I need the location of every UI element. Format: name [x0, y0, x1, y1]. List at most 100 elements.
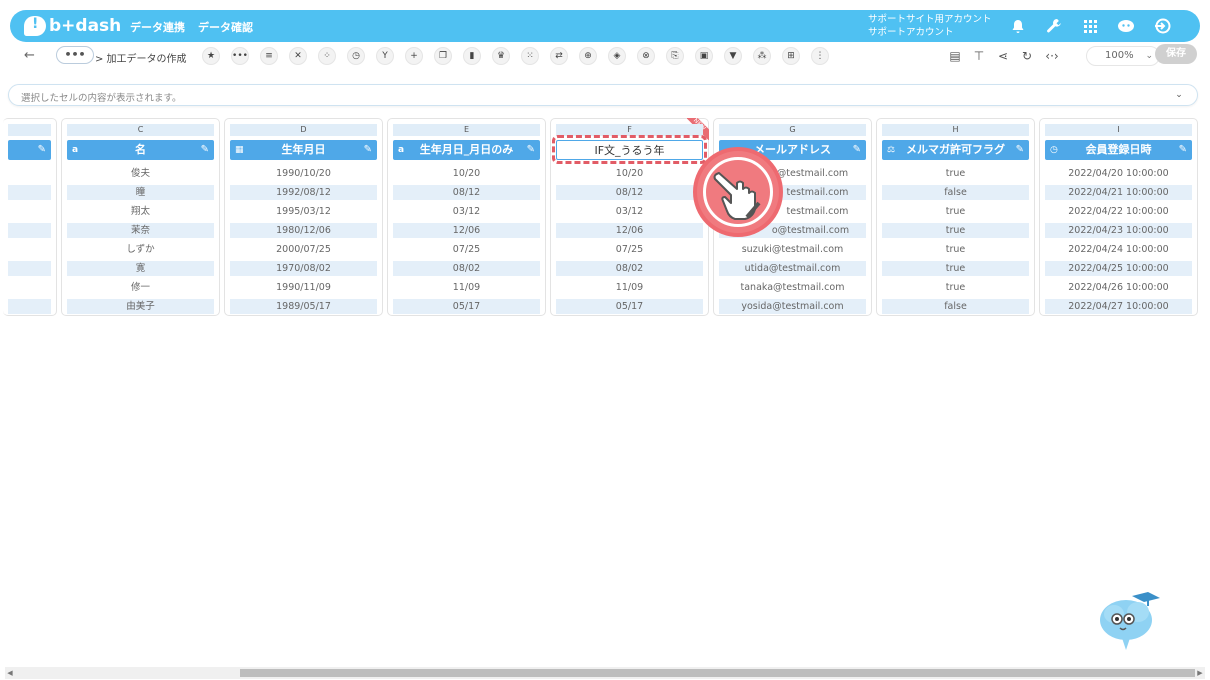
- app-logo[interactable]: b+dash: [24, 14, 121, 38]
- pencil-icon[interactable]: ✎: [527, 140, 535, 160]
- table-cell[interactable]: 10/20: [393, 166, 540, 181]
- swap-icon[interactable]: ⇄: [550, 47, 568, 65]
- table-cell[interactable]: utida@testmail.com: [719, 261, 866, 276]
- table-cell[interactable]: true: [882, 204, 1029, 219]
- column-header[interactable]: a 生年月日_月日のみ ✎: [393, 140, 540, 160]
- table-cell[interactable]: 2022/04/22 10:00:00: [1045, 204, 1192, 219]
- back-arrow-icon[interactable]: ←: [24, 48, 35, 63]
- table-cell[interactable]: 2000/07/25: [230, 242, 377, 257]
- table-cell[interactable]: 05/17: [556, 299, 703, 314]
- zoom-select[interactable]: 100% ⌄: [1086, 46, 1160, 66]
- table-cell[interactable]: false: [882, 185, 1029, 200]
- table-cell[interactable]: 1989/05/17: [230, 299, 377, 314]
- table-cell[interactable]: 11/09: [556, 280, 703, 295]
- pencil-icon[interactable]: ✎: [364, 140, 372, 160]
- table-cell[interactable]: 03/12: [393, 204, 540, 219]
- nav-data-integration[interactable]: データ連携: [130, 19, 185, 35]
- grid-menu-icon[interactable]: [1079, 15, 1101, 37]
- table-cell[interactable]: 08/12: [556, 185, 703, 200]
- split-icon[interactable]: ⁘: [318, 47, 336, 65]
- table-cell[interactable]: suzuki@testmail.com: [719, 242, 866, 257]
- table-cell[interactable]: 1970/08/02: [230, 261, 377, 276]
- tools-icon[interactable]: ✕: [289, 47, 307, 65]
- mascot-character-icon[interactable]: [1098, 592, 1160, 650]
- table-cell[interactable]: 俊夫: [67, 166, 214, 181]
- table-cell[interactable]: 08/02: [556, 261, 703, 276]
- table-cell[interactable]: 1992/08/12: [230, 185, 377, 200]
- table-cell[interactable]: [8, 299, 51, 314]
- column-split-icon[interactable]: ⋮: [811, 47, 829, 65]
- table-cell[interactable]: true: [882, 166, 1029, 181]
- table-cell[interactable]: 08/12: [393, 185, 540, 200]
- table-cell[interactable]: yosida@testmail.com: [719, 299, 866, 314]
- save-button[interactable]: 保存: [1155, 44, 1197, 64]
- table-cell[interactable]: [8, 185, 51, 200]
- table-cell[interactable]: 2022/04/23 10:00:00: [1045, 223, 1192, 238]
- table-cell[interactable]: 寛: [67, 261, 214, 276]
- bell-icon[interactable]: [1007, 15, 1029, 37]
- table-icon[interactable]: ⊞: [782, 47, 800, 65]
- table-cell[interactable]: 2022/04/24 10:00:00: [1045, 242, 1192, 257]
- frame-icon[interactable]: ▣: [695, 47, 713, 65]
- bag-icon[interactable]: ◈: [608, 47, 626, 65]
- column-header[interactable]: a 名 ✎: [67, 140, 214, 160]
- table-cell[interactable]: 05/17: [393, 299, 540, 314]
- share-icon[interactable]: ⋖: [994, 47, 1012, 65]
- table-cell[interactable]: 2022/04/25 10:00:00: [1045, 261, 1192, 276]
- table-cell[interactable]: 11/09: [393, 280, 540, 295]
- group-icon[interactable]: ⁂: [753, 47, 771, 65]
- wrench-icon[interactable]: [1043, 15, 1065, 37]
- table-cell[interactable]: 修一: [67, 280, 214, 295]
- table-cell[interactable]: 1990/11/09: [230, 280, 377, 295]
- filter-icon[interactable]: ▼: [724, 47, 742, 65]
- column-header[interactable]: ✎: [8, 140, 51, 160]
- table-cell[interactable]: [8, 223, 51, 238]
- table-cell[interactable]: 2022/04/21 10:00:00: [1045, 185, 1192, 200]
- expand-icon[interactable]: ⁙: [521, 47, 539, 65]
- logout-icon[interactable]: [1151, 15, 1173, 37]
- table-cell[interactable]: 07/25: [393, 242, 540, 257]
- branch-icon[interactable]: Y: [376, 47, 394, 65]
- crown-icon[interactable]: ♛: [492, 47, 510, 65]
- table-cell[interactable]: [8, 261, 51, 276]
- scrollbar-thumb[interactable]: [240, 669, 1195, 677]
- table-cell[interactable]: true: [882, 261, 1029, 276]
- add-icon[interactable]: +: [405, 47, 423, 65]
- table-cell[interactable]: 2022/04/26 10:00:00: [1045, 280, 1192, 295]
- table-cell[interactable]: 08/02: [393, 261, 540, 276]
- table-cell[interactable]: 03/12: [556, 204, 703, 219]
- support-bot-icon[interactable]: [1115, 15, 1137, 37]
- refresh-icon[interactable]: ↻: [1018, 47, 1036, 65]
- pencil-icon[interactable]: ✎: [38, 140, 46, 160]
- cell-content-bar[interactable]: 選択したセルの内容が表示されます。 ⌄: [8, 84, 1198, 106]
- table-cell[interactable]: tanaka@testmail.com: [719, 280, 866, 295]
- text-lines-icon[interactable]: ≡: [260, 47, 278, 65]
- timer-icon[interactable]: ◷: [347, 47, 365, 65]
- breadcrumb-more-button[interactable]: •••: [56, 46, 94, 64]
- hierarchy-icon[interactable]: ⊤: [970, 47, 988, 65]
- table-cell[interactable]: 07/25: [556, 242, 703, 257]
- table-cell[interactable]: 2022/04/20 10:00:00: [1045, 166, 1192, 181]
- table-cell[interactable]: 茉奈: [67, 223, 214, 238]
- column-header[interactable]: ◷ 会員登録日時 ✎: [1045, 140, 1192, 160]
- code-icon[interactable]: ‹·›: [1043, 47, 1061, 65]
- delete-icon[interactable]: ▮: [463, 47, 481, 65]
- table-cell[interactable]: しずか: [67, 242, 214, 257]
- pencil-icon[interactable]: ✎: [853, 140, 861, 160]
- table-cell[interactable]: 由美子: [67, 299, 214, 314]
- account-info[interactable]: サポートサイト用アカウント サポートアカウント: [868, 13, 992, 39]
- chevron-down-icon[interactable]: ⌄: [1171, 88, 1187, 102]
- table-cell[interactable]: 10/20: [556, 166, 703, 181]
- column-header[interactable]: ▦ 生年月日 ✎: [230, 140, 377, 160]
- table-cell[interactable]: 1980/12/06: [230, 223, 377, 238]
- pencil-icon[interactable]: ✎: [1016, 140, 1024, 160]
- table-cell[interactable]: 翔太: [67, 204, 214, 219]
- table-cell[interactable]: 12/06: [556, 223, 703, 238]
- scroll-right-icon[interactable]: ▶: [1195, 667, 1205, 679]
- table-cell[interactable]: 瞳: [67, 185, 214, 200]
- copy-icon[interactable]: ❐: [434, 47, 452, 65]
- more-options-icon[interactable]: •••: [231, 47, 249, 65]
- lock-icon[interactable]: ⊕: [579, 47, 597, 65]
- pencil-icon[interactable]: ✎: [201, 140, 209, 160]
- clipboard-icon[interactable]: ▤: [946, 47, 964, 65]
